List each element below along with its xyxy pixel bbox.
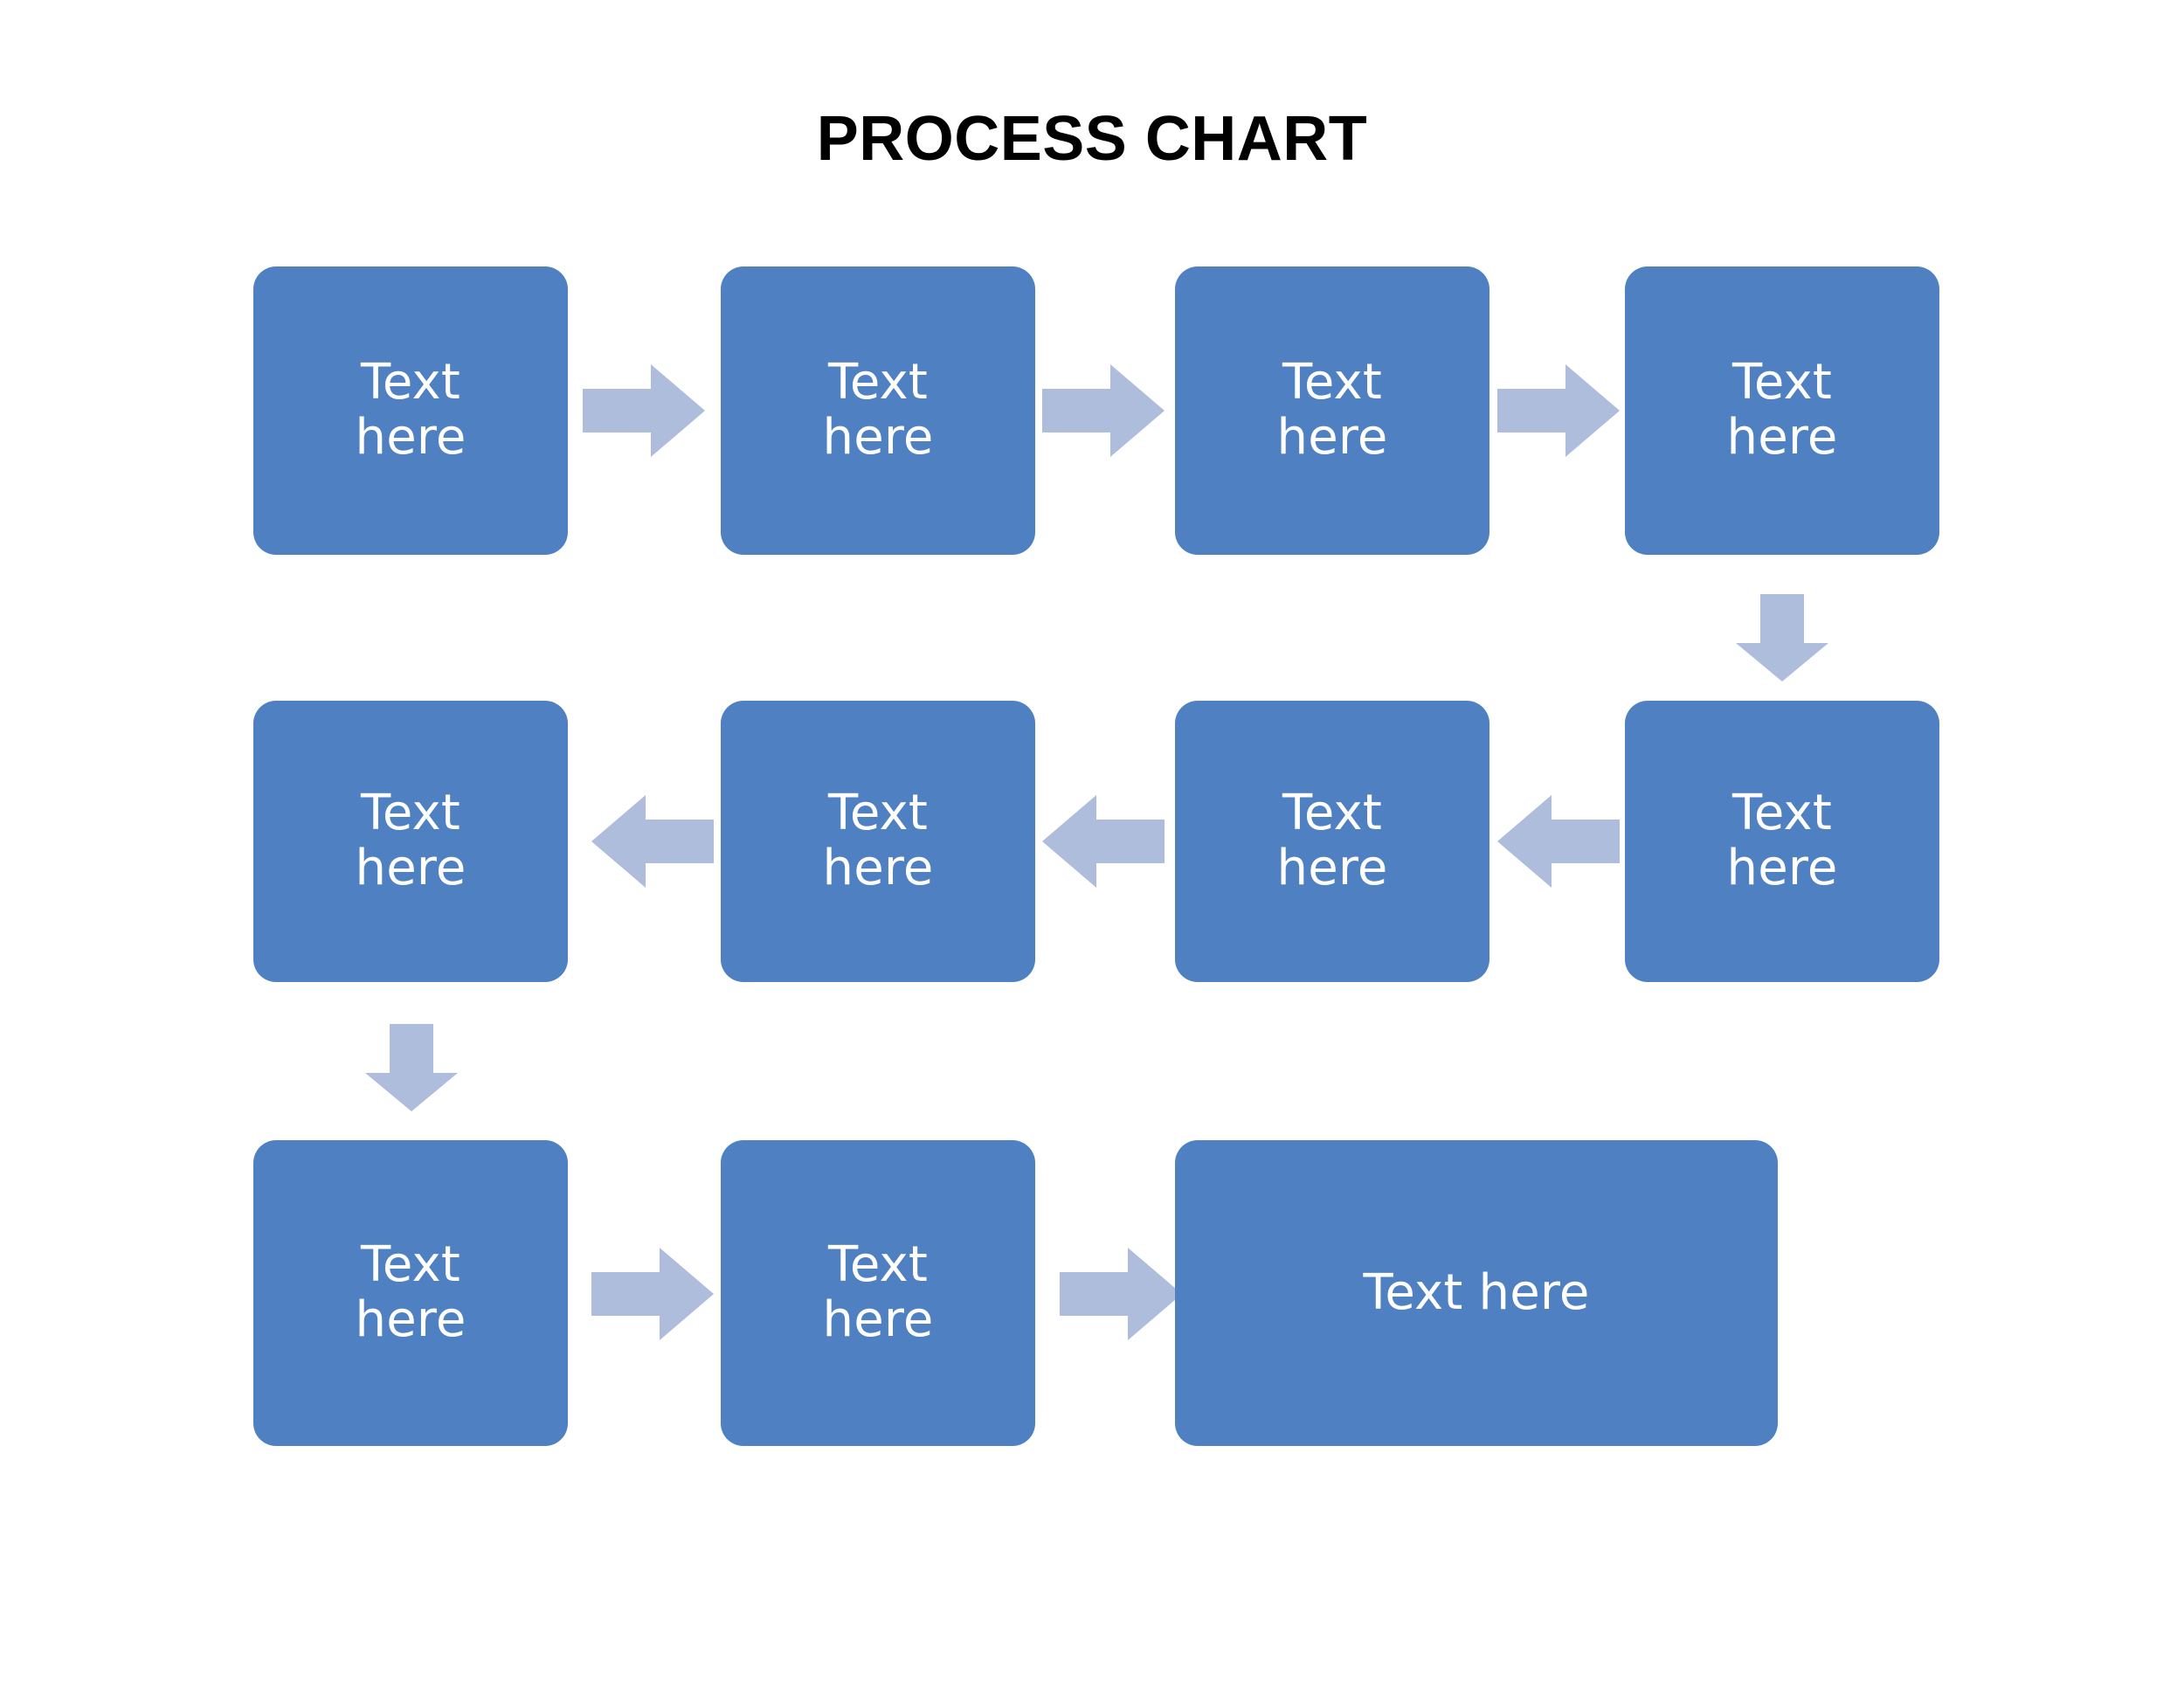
arrow-left-icon [1042, 795, 1165, 888]
process-box-r1c3[interactable]: Text here [1175, 266, 1489, 555]
arrow-down-icon [1736, 594, 1828, 681]
process-box-label: Text here [1276, 785, 1388, 896]
arrow-left-icon [591, 795, 714, 888]
process-box-label: Text here [822, 785, 934, 896]
process-box-r2c1[interactable]: Text here [253, 701, 568, 982]
process-box-label: Text here [355, 354, 467, 466]
arrow-down-icon [365, 1024, 458, 1111]
process-box-r1c4[interactable]: Text here [1625, 266, 1939, 555]
process-box-r3c2[interactable]: Text here [721, 1140, 1035, 1446]
process-box-label: Text here [1276, 354, 1388, 466]
process-box-r1c2[interactable]: Text here [721, 266, 1035, 555]
process-box-label: Text here [822, 1236, 934, 1348]
arrow-right-icon [1042, 364, 1165, 457]
arrow-right-icon [583, 364, 705, 457]
arrow-right-icon [591, 1248, 714, 1340]
process-box-label: Text here [355, 1236, 467, 1348]
process-box-r1c1[interactable]: Text here [253, 266, 568, 555]
arrow-left-icon [1497, 795, 1620, 888]
process-box-r3c3[interactable]: Text here [1175, 1140, 1778, 1446]
process-box-label: Text here [355, 785, 467, 896]
arrow-right-icon [1060, 1248, 1182, 1340]
process-box-r2c4[interactable]: Text here [1625, 701, 1939, 982]
process-box-label: Text here [1726, 354, 1838, 466]
process-box-r2c2[interactable]: Text here [721, 701, 1035, 982]
process-chart-canvas: PROCESS CHART Text here Text here Text h… [0, 0, 2184, 1688]
process-box-label: Text here [1363, 1263, 1590, 1321]
process-box-r2c3[interactable]: Text here [1175, 701, 1489, 982]
process-box-label: Text here [822, 354, 934, 466]
page-title: PROCESS CHART [816, 104, 1368, 174]
process-box-label: Text here [1726, 785, 1838, 896]
arrow-right-icon [1497, 364, 1620, 457]
process-box-r3c1[interactable]: Text here [253, 1140, 568, 1446]
